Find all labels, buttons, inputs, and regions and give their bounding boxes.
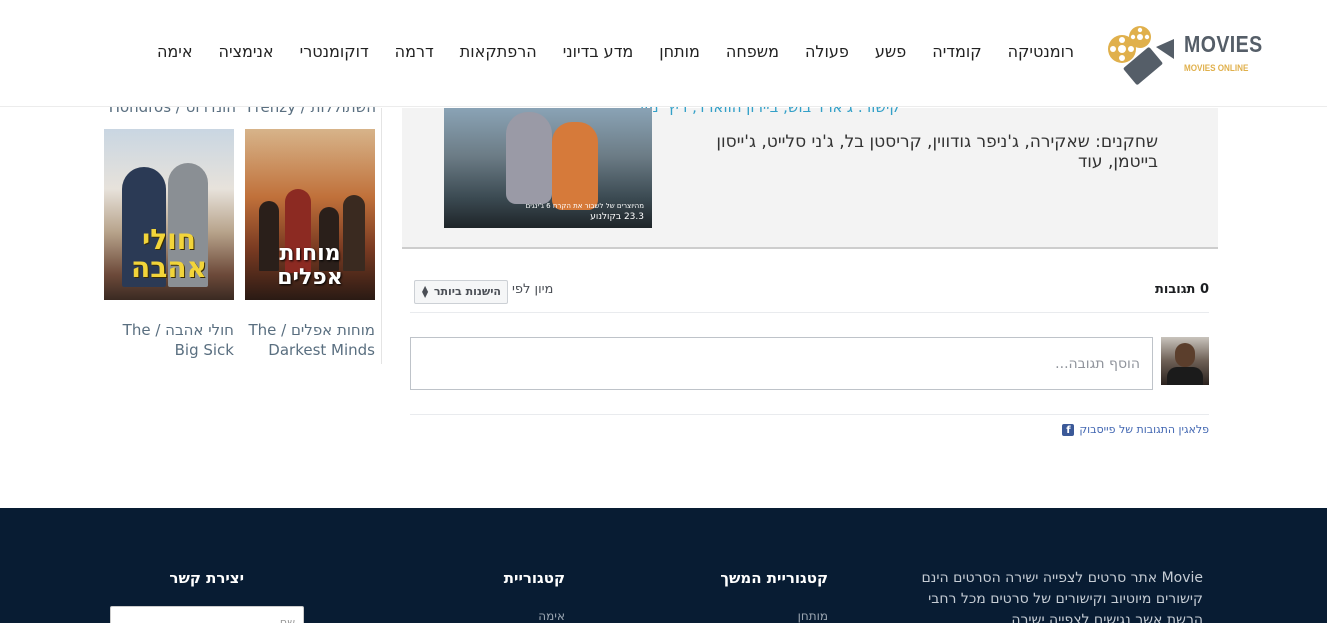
updown-arrows-icon: ▲ ▼: [422, 284, 429, 299]
facebook-icon: f: [1062, 423, 1075, 436]
footer-link-thriller[interactable]: מותחן: [798, 609, 828, 623]
comments-count: 0 תגובות: [1155, 282, 1209, 297]
movie-poster-image: מהיוצרים של לשבור את הקרח 6 ג'ינגים 23.3…: [444, 108, 652, 228]
footer-link-horror[interactable]: אימה: [538, 609, 565, 623]
movie-cast: שחקנים: שאקירה, ג'ניפר גודווין, קריסטן ב…: [716, 132, 1158, 172]
nav-item-family[interactable]: משפחה: [713, 42, 792, 61]
poster-the-big-sick[interactable]: חולי אהבה: [104, 129, 234, 300]
poster-title-text: חולי אהבה: [131, 223, 207, 284]
site-header: MOVIES MOVIES ONLINE אימה אנימציה דוקומנ…: [0, 0, 1327, 107]
footer-heading-categories: קטגוריית: [503, 569, 565, 587]
facebook-plugin-link[interactable]: f פלאגין התגובות של פייסבוק: [1062, 423, 1209, 436]
logo-subtitle: MOVIES ONLINE: [1184, 63, 1249, 73]
nav-item-scifi[interactable]: מדע בדיוני: [550, 42, 647, 61]
footer-about-text: Movie אתר סרטים לצפייה ישירה הסרטים הינם…: [921, 570, 1203, 623]
comments-divider: [410, 312, 1209, 313]
movie-info-box: קישור: ג'ארד בוש, ביירון הווארד, ריץ' מו…: [402, 98, 1218, 249]
contact-name-field[interactable]: שם: [110, 606, 304, 623]
comments-divider-bottom: [410, 414, 1209, 415]
poster-tagline: מהיוצרים של לשבור את הקרח 6 ג'ינגים: [525, 202, 644, 210]
nav-item-crime[interactable]: פשע: [862, 42, 919, 61]
sidebar-divider: [381, 108, 382, 364]
poster-the-darkest-minds[interactable]: מוחות אפלים: [245, 129, 375, 300]
nav-item-romance[interactable]: רומנטיקה: [995, 42, 1087, 61]
footer-heading-contact: יצירת קשר: [169, 569, 244, 587]
nav-item-horror[interactable]: אימה: [144, 42, 206, 61]
site-footer: Movie אתר סרטים לצפייה ישירה הסרטים הינם…: [0, 508, 1327, 623]
nav-item-thriller[interactable]: מותחן: [646, 42, 713, 61]
sort-select-value: הישנות ביותר: [433, 285, 501, 298]
avatar: [1161, 337, 1209, 385]
facebook-plugin-link-text: פלאגין התגובות של פייסבוק: [1079, 423, 1209, 436]
nav-item-adventure[interactable]: הרפתקאות: [447, 42, 550, 61]
poster-title-text: מוחות אפלים: [277, 241, 343, 290]
footer-heading-categories-cont: קטגוריית המשך: [720, 569, 828, 587]
poster-release-date: 23.3 בקולנוע: [590, 212, 644, 222]
nav-item-documentary[interactable]: דוקומנטרי: [287, 42, 382, 61]
poster-caption-the-darkest-minds[interactable]: מוחות אפלים / The Darkest Minds: [240, 320, 375, 360]
nav-item-action[interactable]: פעולה: [792, 42, 862, 61]
sort-label: מיון לפי: [512, 282, 554, 297]
site-logo[interactable]: MOVIES MOVIES ONLINE: [1106, 23, 1262, 85]
poster-caption-the-big-sick[interactable]: חולי אהבה / The Big Sick: [99, 320, 234, 360]
nav-item-drama[interactable]: דרמה: [382, 42, 447, 61]
nav-item-comedy[interactable]: קומדיה: [919, 42, 994, 61]
sort-select[interactable]: הישנות ביותר ▲ ▼: [414, 280, 508, 304]
film-reel-icon: [1108, 26, 1174, 85]
logo-wordmark: MOVIES: [1184, 31, 1263, 57]
add-comment-input[interactable]: הוסף תגובה...: [410, 337, 1153, 390]
nav-item-animation[interactable]: אנימציה: [206, 42, 287, 61]
main-nav: אימה אנימציה דוקומנטרי דרמה הרפתקאות מדע…: [144, 42, 1087, 61]
